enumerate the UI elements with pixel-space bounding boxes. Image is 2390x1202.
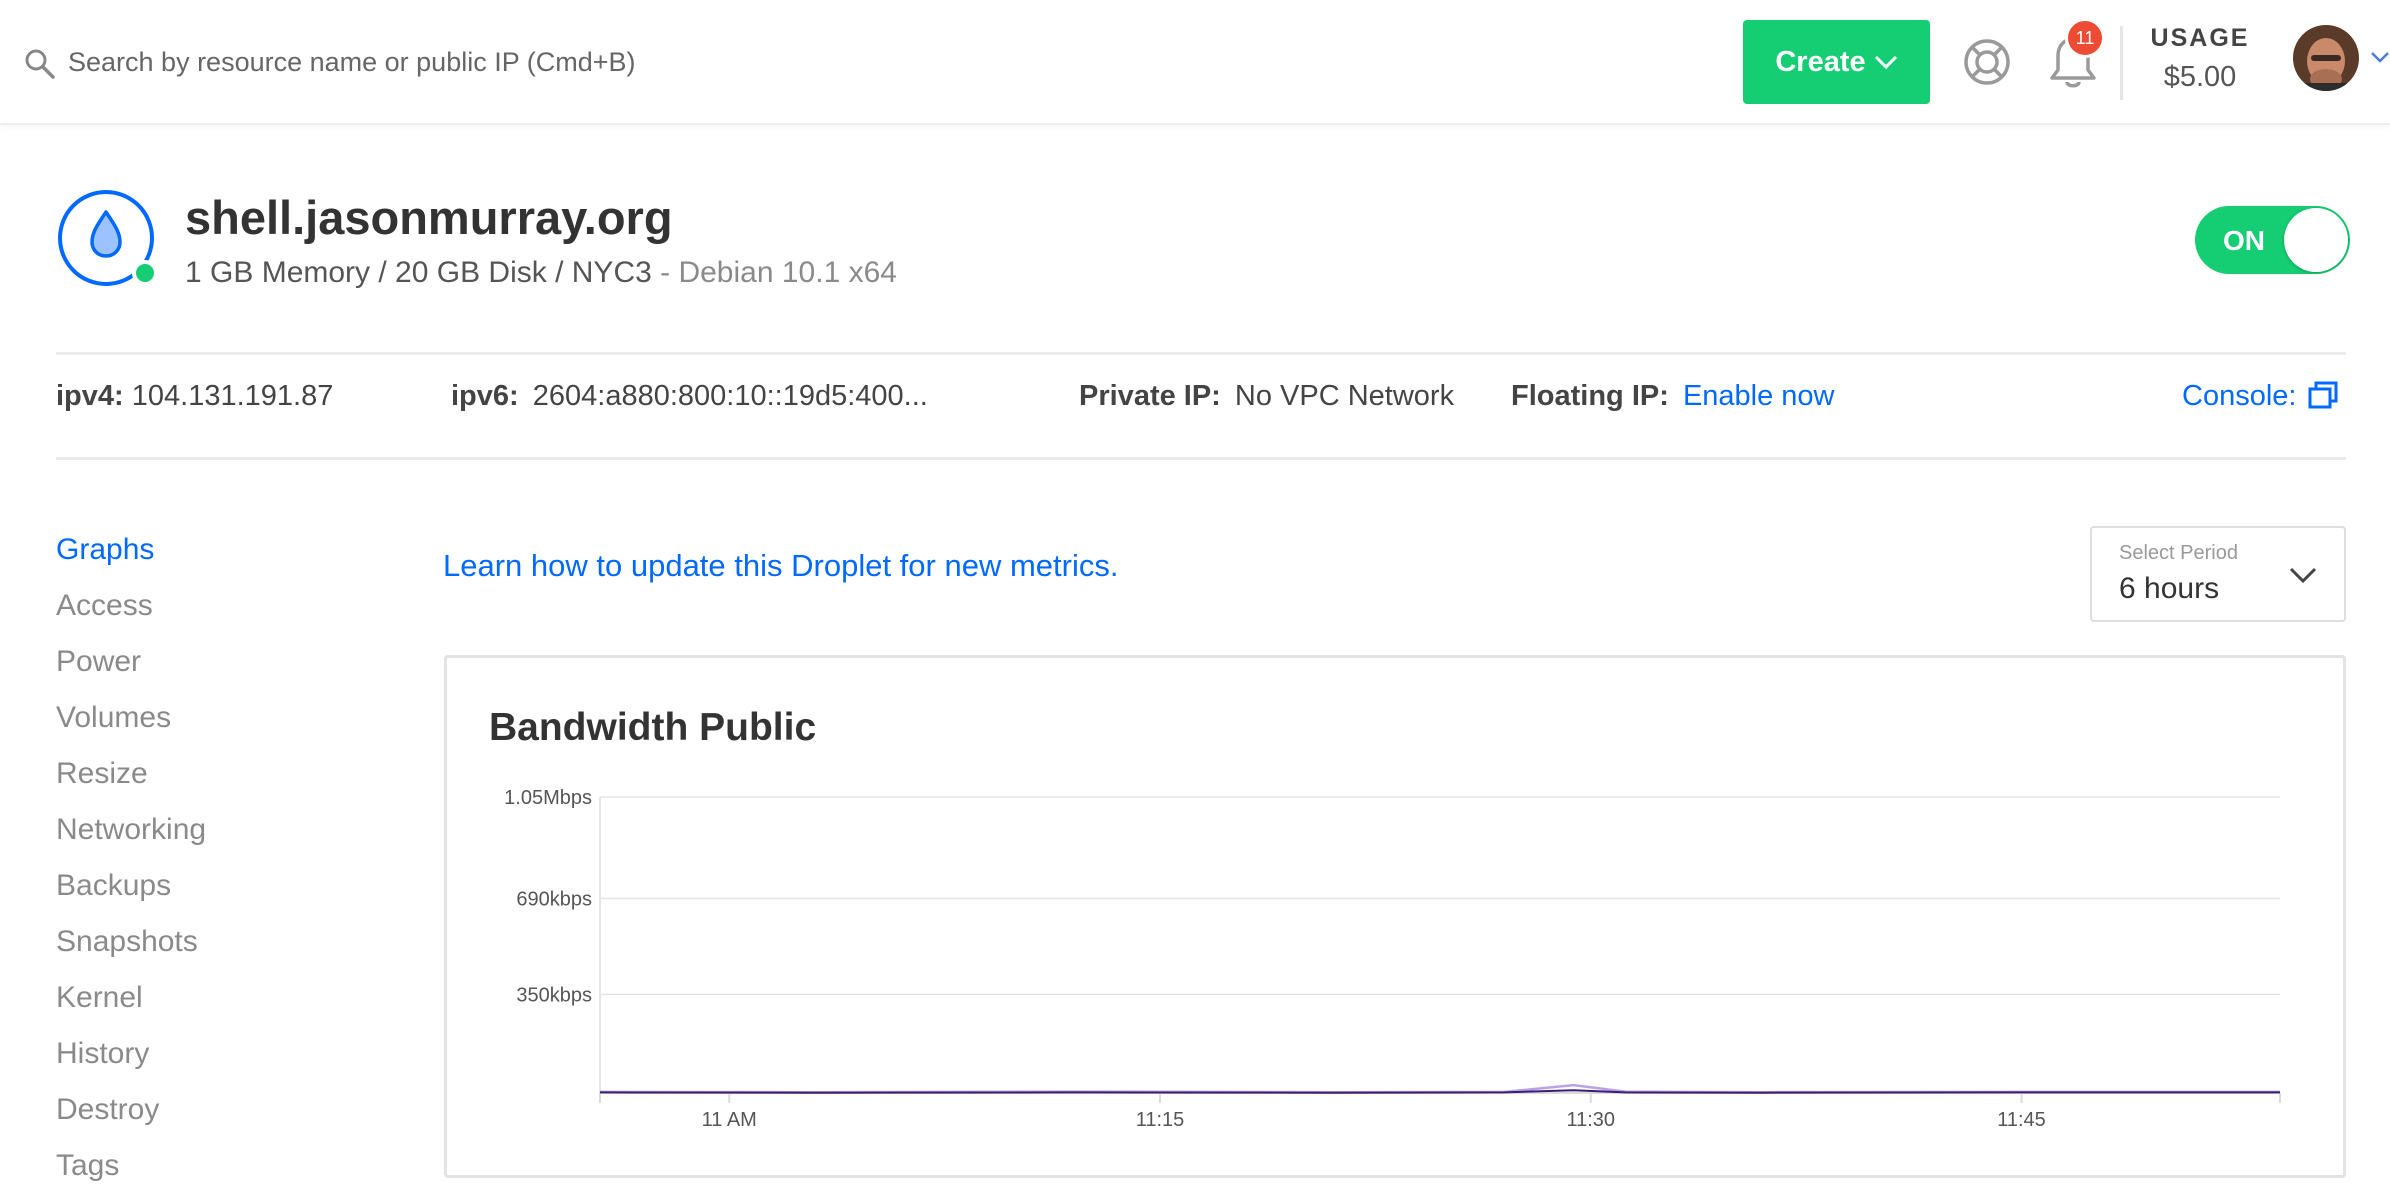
chevron-down-icon[interactable] — [2370, 50, 2390, 64]
sidenav-item-volumes[interactable]: Volumes — [56, 698, 356, 754]
y-tick-label: 350kbps — [516, 984, 592, 1006]
period-select[interactable]: Select Period 6 hours — [2090, 526, 2346, 622]
floating-ip-label: Floating IP: — [1511, 380, 1669, 412]
sidenav-item-graphs[interactable]: Graphs — [56, 530, 356, 586]
power-toggle-label: ON — [2223, 225, 2265, 256]
avatar-photo — [2293, 25, 2359, 91]
sidenav-item-resize[interactable]: Resize — [56, 754, 356, 810]
usage-label: USAGE — [2150, 24, 2250, 52]
enable-floating-ip-link[interactable]: Enable now — [1683, 380, 1835, 412]
x-tick-label: 11 AM — [702, 1109, 757, 1131]
sidenav-item-networking[interactable]: Networking — [56, 810, 356, 866]
search-input[interactable] — [68, 38, 968, 86]
droplet-sidenav: Graphs Access Power Volumes Resize Netwo… — [56, 530, 356, 1202]
period-select-label: Select Period — [2119, 542, 2238, 564]
chevron-down-icon — [1874, 55, 1897, 70]
sidenav-item-tags[interactable]: Tags — [56, 1146, 356, 1202]
status-indicator — [132, 260, 158, 286]
series-line-0[interactable] — [599, 1083, 2280, 1094]
sidenav-item-destroy[interactable]: Destroy — [56, 1090, 356, 1146]
sidenav-item-access[interactable]: Access — [56, 586, 356, 642]
ipv4-value[interactable]: 104.131.191.87 — [132, 380, 334, 412]
power-toggle-knob — [2284, 208, 2348, 272]
console-link[interactable]: Console: — [2182, 380, 2338, 413]
divider — [56, 352, 2346, 355]
search-icon — [25, 49, 55, 79]
floating-ip-field: Floating IP: Enable now — [1511, 380, 1835, 413]
private-ip-label: Private IP: — [1079, 380, 1221, 412]
update-metrics-link[interactable]: Learn how to update this Droplet for new… — [443, 548, 1118, 584]
droplet-os: - Debian 10.1 x64 — [651, 256, 897, 289]
ipv4-label: ipv4: — [56, 380, 124, 412]
help-lifebuoy-icon[interactable] — [1962, 37, 2012, 87]
x-tick-label: 11:30 — [1566, 1109, 1615, 1131]
usage-value: $5.00 — [2163, 61, 2237, 93]
top-bar: Create 11 USAGE $5.00 — [0, 0, 2390, 125]
avatar[interactable] — [2293, 25, 2359, 91]
notification-badge[interactable]: 11 — [2065, 18, 2105, 58]
period-select-value: 6 hours — [2119, 572, 2220, 605]
droplet-name: shell.jasonmurray.org — [185, 191, 673, 244]
droplet-specs: 1 GB Memory / 20 GB Disk / NYC3 - Debian… — [185, 256, 897, 290]
ipv6-field: ipv6: 2604:a880:800:10::19d5:400... — [451, 380, 928, 413]
divider — [56, 457, 2346, 460]
ipv6-value[interactable]: 2604:a880:800:10::19d5:400... — [533, 380, 928, 412]
divider — [2120, 26, 2123, 100]
console-label: Console: — [2182, 380, 2297, 412]
droplet-size: 1 GB Memory / 20 GB Disk / NYC3 — [185, 256, 652, 289]
sidenav-item-backups[interactable]: Backups — [56, 866, 356, 922]
x-tick-label: 11:45 — [1997, 1109, 2046, 1131]
ipv6-label: ipv6: — [451, 380, 519, 412]
sidenav-item-kernel[interactable]: Kernel — [56, 978, 356, 1034]
x-tick-label: 11:15 — [1136, 1109, 1185, 1131]
usage-summary[interactable]: USAGE $5.00 — [2140, 24, 2260, 94]
bandwidth-graph-card: Bandwidth Public 1.05Mbps 690kbps 350kbps 1… — [444, 655, 2346, 1178]
sidenav-item-power[interactable]: Power — [56, 642, 356, 698]
create-button-label: Create — [1775, 45, 1866, 78]
power-toggle[interactable]: ON — [2195, 206, 2350, 274]
y-tick-label: 1.05Mbps — [504, 787, 592, 809]
sidenav-item-snapshots[interactable]: Snapshots — [56, 922, 356, 978]
bandwidth-chart[interactable]: 1.05Mbps 690kbps 350kbps 11 AM 11:15 11:30 11:… — [447, 658, 2343, 1175]
chevron-down-icon — [2289, 567, 2317, 584]
external-window-icon — [2308, 381, 2338, 409]
private-ip-field: Private IP: No VPC Network — [1079, 380, 1454, 413]
ipv4-field: ipv4: 104.131.191.87 — [56, 380, 333, 413]
sidenav-item-history[interactable]: History — [56, 1034, 356, 1090]
create-button[interactable]: Create — [1743, 20, 1930, 104]
private-ip-value: No VPC Network — [1234, 380, 1455, 412]
y-tick-label: 690kbps — [516, 888, 592, 910]
